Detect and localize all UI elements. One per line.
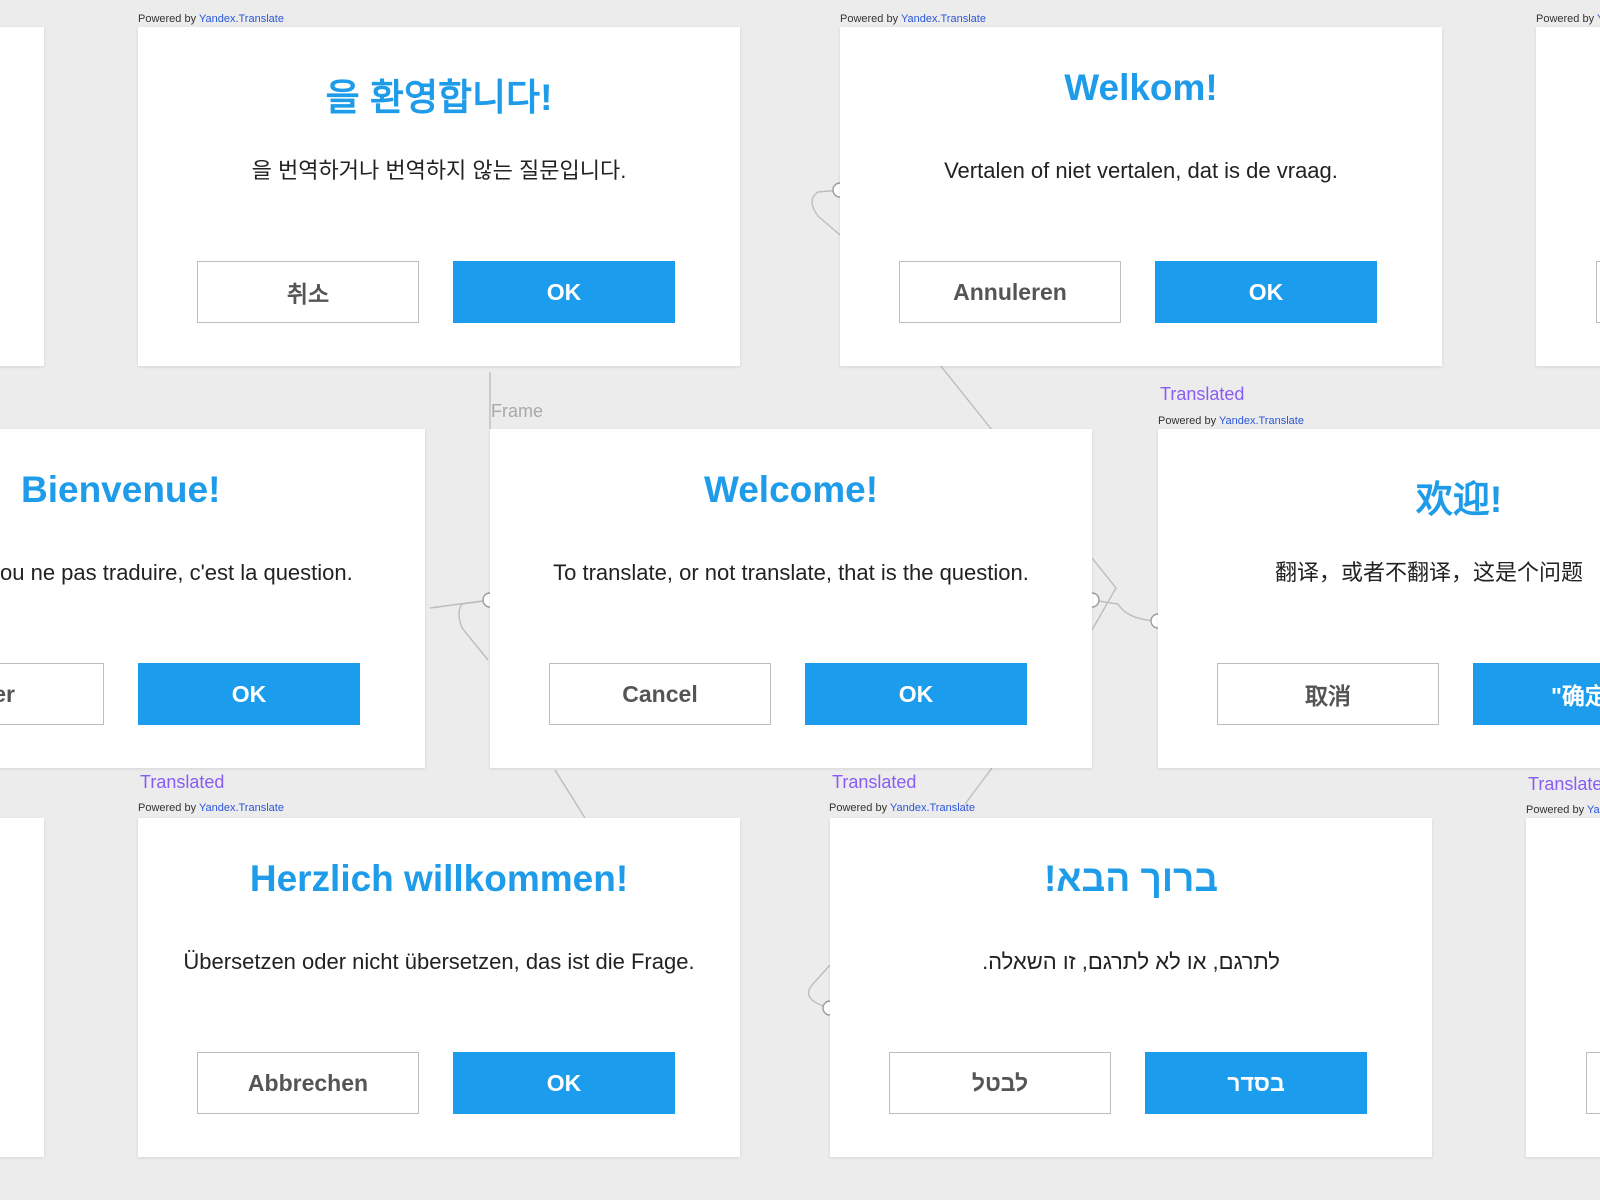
cancel-button[interactable] bbox=[1586, 1052, 1600, 1114]
cancel-button[interactable]: 취소 bbox=[197, 261, 419, 323]
yandex-translate-link[interactable]: Yandex.Translate bbox=[890, 802, 975, 814]
yandex-translate-link[interactable]: Yandex.Translate bbox=[1587, 804, 1600, 816]
cancel-button[interactable]: uler bbox=[0, 663, 104, 725]
powered-by-label: Powered by Yandex.Translate bbox=[840, 13, 986, 25]
powered-by-label: Powered by Yandex.Translate bbox=[1158, 415, 1304, 427]
ok-button[interactable]: OK bbox=[138, 663, 360, 725]
dialog-title: 을 환영합니다! bbox=[325, 77, 553, 118]
powered-by-label: Powered by Yandex.Translate bbox=[1536, 13, 1600, 25]
translated-label: Translated bbox=[832, 772, 917, 792]
dialog-title: Herzlich willkommen! bbox=[249, 858, 629, 899]
yandex-translate-link[interactable]: Yandex.Translate bbox=[199, 802, 284, 814]
dialog-title: Welkom! bbox=[1064, 67, 1218, 108]
dialog-edge-left-top bbox=[0, 27, 44, 366]
dialog-german: Herzlich willkommen! Übersetzen oder nic… bbox=[138, 818, 740, 1157]
powered-by-label: Powered by Yandex.Translate bbox=[829, 802, 975, 814]
dialog-title: ברוך הבא! bbox=[1043, 858, 1218, 899]
cancel-button[interactable]: Annuleren bbox=[899, 261, 1121, 323]
translated-label: Translated bbox=[1528, 774, 1600, 794]
cancel-button[interactable]: Cancel bbox=[549, 663, 771, 725]
yandex-translate-link[interactable]: Yandex.Translate bbox=[1219, 415, 1304, 427]
dialog-edge-right-top bbox=[1536, 27, 1600, 366]
ok-button[interactable]: OK bbox=[453, 261, 675, 323]
dialog-message: ou ne pas traduire, c'est la question. bbox=[0, 560, 353, 585]
dialog-title: Welcome! bbox=[703, 469, 879, 510]
cancel-button[interactable] bbox=[1596, 261, 1600, 323]
ok-button[interactable]: OK bbox=[805, 663, 1027, 725]
powered-by-label: Powered by Yandex.Translate bbox=[138, 802, 284, 814]
ok-button[interactable]: בסדר bbox=[1145, 1052, 1367, 1114]
dialog-message: To translate, or not translate, that is … bbox=[553, 560, 1029, 585]
dialog-message: Übersetzen oder nicht übersetzen, das is… bbox=[183, 949, 695, 974]
dialog-title: Bienvenue! bbox=[21, 469, 221, 510]
powered-by-label: Powered by Yandex.Translate bbox=[138, 13, 284, 25]
dialog-dutch: Welkom! Vertalen of niet vertalen, dat i… bbox=[840, 27, 1442, 366]
ok-button[interactable]: OK bbox=[1155, 261, 1377, 323]
yandex-translate-link[interactable]: Yandex.Translate bbox=[199, 13, 284, 25]
cancel-button[interactable]: 取消 bbox=[1217, 663, 1439, 725]
dialog-hebrew: ברוך הבא! לתרגם, או לא לתרגם, זו השאלה. … bbox=[830, 818, 1432, 1157]
ok-button[interactable]: "确定 bbox=[1473, 663, 1600, 725]
cancel-button[interactable]: Abbrechen bbox=[197, 1052, 419, 1114]
frame-label: Frame bbox=[491, 401, 544, 421]
dialog-title: 欢迎! bbox=[1415, 479, 1503, 520]
dialog-edge-right-bottom bbox=[1526, 818, 1600, 1157]
cancel-button[interactable]: לבטל bbox=[889, 1052, 1111, 1114]
dialog-message: Vertalen of niet vertalen, dat is de vra… bbox=[944, 158, 1338, 183]
ok-button[interactable]: OK bbox=[453, 1052, 675, 1114]
dialog-message: לתרגם, או לא לתרגם, זו השאלה. bbox=[982, 949, 1280, 974]
dialog-edge-left-bottom bbox=[0, 818, 44, 1157]
powered-by-label: Powered by Yandex.Translate bbox=[1526, 804, 1600, 816]
yandex-translate-link[interactable]: Yandex.Translate bbox=[901, 13, 986, 25]
dialog-korean: 을 환영합니다! 을 번역하거나 번역하지 않는 질문입니다. 취소 OK bbox=[138, 27, 740, 366]
prototype-canvas: Frame Powered by Yandex.Translate Powere… bbox=[0, 0, 1600, 1200]
translated-label: Translated bbox=[1160, 384, 1245, 404]
dialog-english: Welcome! To translate, or not translate,… bbox=[490, 429, 1092, 768]
dialog-chinese: 欢迎! 翻译，或者不翻译，这是个问题 取消 "确定 bbox=[1158, 429, 1600, 768]
translated-label: Translated bbox=[140, 772, 225, 792]
dialog-message: 을 번역하거나 번역하지 않는 질문입니다. bbox=[251, 158, 627, 183]
dialog-french: Bienvenue! ou ne pas traduire, c'est la … bbox=[0, 429, 425, 768]
dialog-message: 翻译，或者不翻译，这是个问题 bbox=[1275, 560, 1584, 585]
